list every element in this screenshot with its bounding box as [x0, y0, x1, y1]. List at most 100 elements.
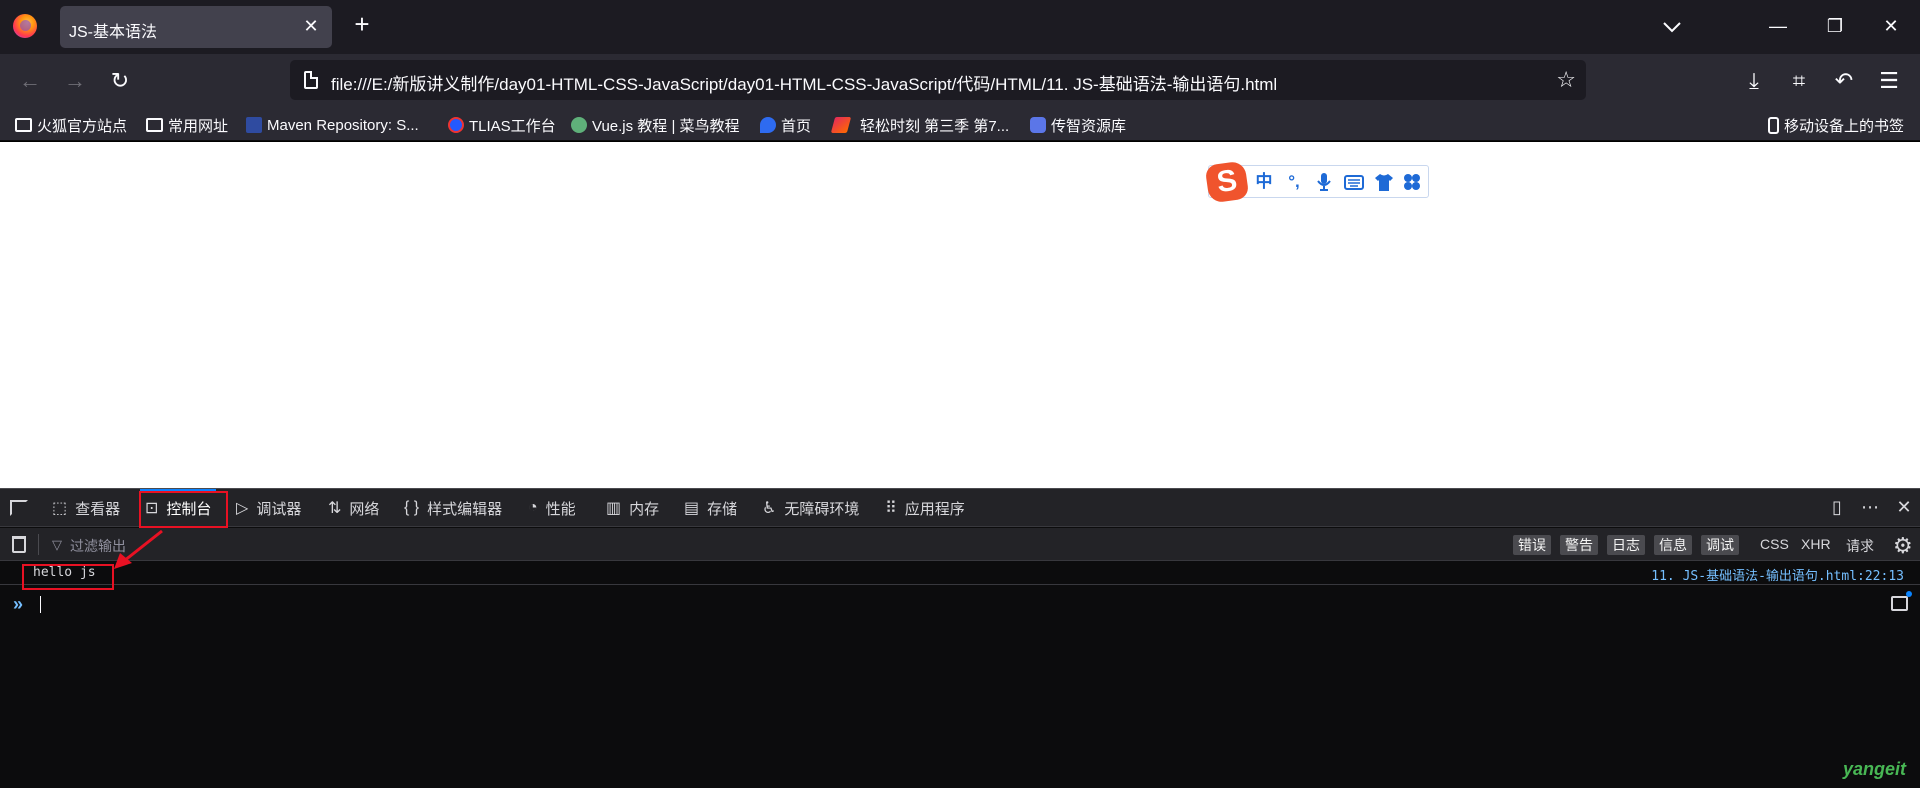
runoob-icon: [571, 117, 587, 133]
gear-icon[interactable]: ⚙: [1893, 533, 1913, 559]
restore-button[interactable]: ❐: [1823, 14, 1847, 38]
downloads-button[interactable]: ⤓: [1739, 66, 1769, 96]
video-icon: [830, 117, 852, 133]
database-icon: [1030, 117, 1046, 133]
tab-memory[interactable]: ▥ 内存: [606, 489, 659, 527]
devtools-toolbar: ⬚ 查看器 ⊡ 控制台 ▷ 调试器 ⇅ 网络 { } 样式编辑器 ◔ 性能 ▥ …: [0, 489, 1920, 527]
app-menu-button[interactable]: ☰: [1874, 66, 1904, 96]
bookmark-label: TLIAS工作台: [469, 117, 556, 135]
bookmark-label: Maven Repository: S...: [267, 116, 419, 134]
keyboard-icon[interactable]: [1343, 172, 1365, 192]
bookmark-item[interactable]: 首页: [760, 115, 811, 135]
tab-label: 性能: [545, 500, 576, 518]
memory-icon: ▥: [606, 500, 622, 517]
navigation-toolbar: ← → ↻ file:///E:/新版讲义制作/day01-HTML-CSS-J…: [0, 54, 1920, 108]
level-warnings-toggle[interactable]: 警告: [1560, 535, 1598, 555]
annotation-highlight-console-tab: [139, 491, 228, 528]
screenshot-crop-button[interactable]: ⌗: [1784, 66, 1814, 96]
file-icon: [304, 71, 318, 89]
tab-debugger[interactable]: ▷ 调试器: [236, 489, 301, 527]
bookmark-item[interactable]: 轻松时刻 第三季 第7...: [830, 115, 1009, 135]
bookmark-star-icon[interactable]: ☆: [1556, 67, 1576, 93]
storage-icon: ▤: [684, 500, 700, 517]
bookmark-item[interactable]: Vue.js 教程 | 菜鸟教程: [571, 115, 740, 135]
tab-accessibility[interactable]: ♿ 无障碍环境: [762, 489, 859, 527]
level-logs-toggle[interactable]: 日志: [1607, 535, 1645, 555]
level-errors-toggle[interactable]: 错误: [1513, 535, 1551, 555]
tab-style-editor[interactable]: { } 样式编辑器: [404, 489, 502, 527]
tab-label: 查看器: [75, 500, 121, 518]
style-editor-icon: { }: [404, 499, 420, 516]
ime-chinese-toggle[interactable]: 中: [1253, 172, 1275, 192]
reload-button[interactable]: ↻: [105, 66, 135, 96]
mobile-phone-icon: [1768, 116, 1779, 134]
bookmark-label: Vue.js 教程 | 菜鸟教程: [592, 117, 740, 135]
tab-network[interactable]: ⇅ 网络: [328, 489, 379, 527]
tab-label: 内存: [629, 500, 660, 518]
divider: [38, 534, 39, 555]
tlias-icon: [448, 117, 464, 133]
more-options-icon[interactable]: ⋯: [1859, 497, 1881, 518]
level-debug-toggle[interactable]: 调试: [1701, 535, 1739, 555]
tab-inspector[interactable]: ⬚ 查看器: [52, 489, 120, 527]
filter-requests-toggle[interactable]: 请求: [1846, 536, 1874, 556]
tab-application[interactable]: ⠿ 应用程序: [885, 489, 965, 527]
folder-icon: [146, 118, 163, 132]
bookmark-item[interactable]: TLIAS工作台: [448, 115, 556, 135]
multiline-editor-toggle-icon[interactable]: [1891, 591, 1912, 611]
microphone-icon[interactable]: [1313, 172, 1335, 192]
page-content: S 中 °,: [0, 142, 1920, 488]
dock-side-icon[interactable]: ▯: [1826, 497, 1848, 518]
tab-bar: JS-基本语法 ✕ + — ❐ ✕: [0, 0, 1920, 54]
skin-shirt-icon[interactable]: [1373, 172, 1395, 192]
tab-active[interactable]: JS-基本语法 ✕: [60, 6, 332, 48]
bookmark-label: 首页: [781, 117, 812, 135]
bookmark-label: 常用网址: [168, 117, 229, 135]
performance-icon: ◔: [528, 499, 538, 516]
tab-label: 样式编辑器: [427, 500, 503, 518]
bookmark-item[interactable]: 传智资源库: [1030, 115, 1126, 135]
element-picker-icon[interactable]: [10, 500, 28, 516]
maven-icon: [246, 117, 262, 133]
filter-icon: ▽: [52, 537, 62, 552]
mobile-bookmarks[interactable]: 移动设备上的书签: [1768, 115, 1904, 135]
console-message-source-link[interactable]: 11. JS-基础语法-输出语句.html:22:13: [1651, 565, 1904, 584]
tab-label: 存储: [707, 500, 738, 518]
level-info-toggle[interactable]: 信息: [1654, 535, 1692, 555]
undo-close-tab-button[interactable]: ↶: [1829, 66, 1859, 96]
trash-icon[interactable]: [12, 536, 26, 553]
tab-label: 网络: [349, 500, 380, 518]
close-devtools-icon[interactable]: ✕: [1893, 497, 1915, 518]
bookmark-item[interactable]: 常用网址: [146, 115, 228, 135]
bookmark-item[interactable]: Maven Repository: S...: [246, 115, 419, 135]
baidu-icon: [760, 117, 776, 133]
inspector-icon: ⬚: [52, 500, 68, 517]
minimize-button[interactable]: —: [1766, 14, 1790, 38]
bookmark-item[interactable]: 火狐官方站点: [15, 115, 127, 135]
application-icon: ⠿: [885, 500, 897, 517]
annotation-highlight-message: [22, 564, 114, 590]
filter-css-toggle[interactable]: CSS: [1760, 536, 1789, 552]
mobile-bookmarks-label: 移动设备上的书签: [1784, 117, 1905, 135]
tab-storage[interactable]: ▤ 存储: [684, 489, 737, 527]
console-message-row[interactable]: hello js 11. JS-基础语法-输出语句.html:22:13: [0, 561, 1920, 585]
close-window-button[interactable]: ✕: [1879, 14, 1903, 38]
back-button[interactable]: ←: [15, 66, 45, 96]
tab-close-icon[interactable]: ✕: [300, 15, 322, 37]
ime-toolbar[interactable]: S 中 °,: [1204, 160, 1429, 204]
devtools-panel: ⬚ 查看器 ⊡ 控制台 ▷ 调试器 ⇅ 网络 { } 样式编辑器 ◔ 性能 ▥ …: [0, 488, 1920, 788]
forward-button[interactable]: →: [60, 66, 90, 96]
firefox-logo-icon: [13, 14, 37, 38]
new-tab-button[interactable]: +: [350, 11, 374, 37]
toolbox-grid-icon[interactable]: [1401, 172, 1423, 192]
tab-performance[interactable]: ◔ 性能: [528, 489, 576, 527]
ime-punctuation-toggle[interactable]: °,: [1283, 172, 1305, 192]
console-filter-bar: ▽ 过滤输出 错误 警告 日志 信息 调试 CSS XHR 请求 ⚙: [0, 528, 1920, 561]
url-text[interactable]: file:///E:/新版讲义制作/day01-HTML-CSS-JavaScr…: [331, 70, 1277, 95]
url-bar[interactable]: file:///E:/新版讲义制作/day01-HTML-CSS-JavaScr…: [290, 60, 1586, 100]
tab-list-chevron-down-icon[interactable]: [1660, 16, 1684, 38]
filter-xhr-toggle[interactable]: XHR: [1801, 536, 1831, 552]
console-prompt-icon: »: [13, 594, 24, 614]
sogou-logo-icon[interactable]: S: [1204, 160, 1250, 204]
console-input-caret[interactable]: [40, 596, 41, 613]
